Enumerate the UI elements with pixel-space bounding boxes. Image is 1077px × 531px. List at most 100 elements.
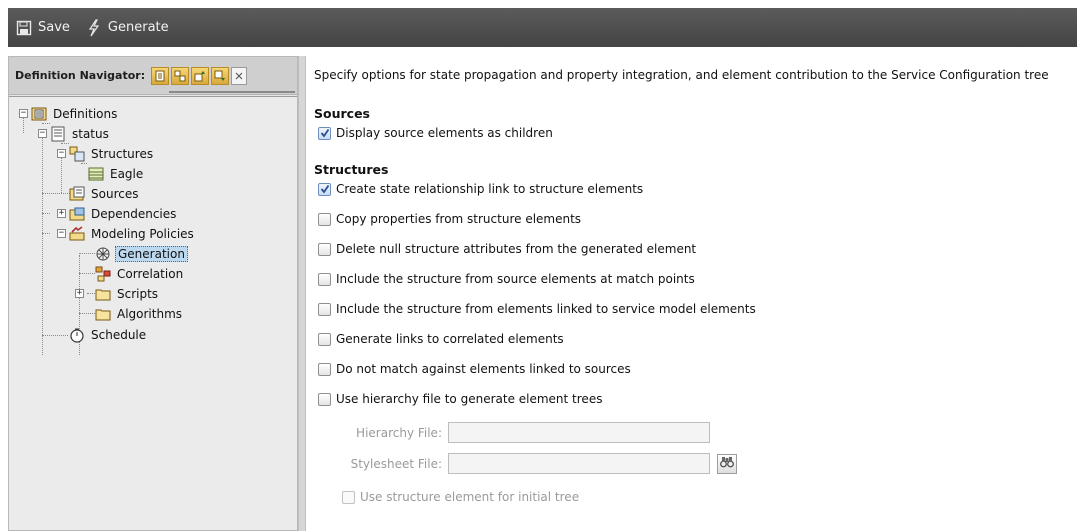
hierarchy-file-row: Hierarchy File: bbox=[330, 422, 710, 443]
option-display-source-elements[interactable]: Display source elements as children bbox=[318, 126, 553, 140]
collapse-icon[interactable] bbox=[171, 66, 190, 85]
correlation-icon bbox=[95, 266, 111, 282]
checkbox[interactable] bbox=[318, 182, 331, 196]
option-label: Use hierarchy file to generate element t… bbox=[336, 392, 603, 406]
document-icon bbox=[50, 126, 66, 142]
modeling-policies-expander[interactable]: − bbox=[57, 229, 66, 238]
lightning-icon bbox=[86, 18, 102, 37]
navigator-header-divider bbox=[169, 91, 295, 93]
checkbox[interactable] bbox=[342, 490, 355, 504]
option-copy-properties[interactable]: Copy properties from structure elements bbox=[318, 212, 581, 226]
hierarchy-file-label: Hierarchy File: bbox=[356, 425, 442, 440]
tree-node-eagle[interactable]: Eagle bbox=[88, 165, 145, 183]
option-delete-null-attributes[interactable]: Delete null structure attributes from th… bbox=[318, 242, 696, 256]
structures-heading: Structures bbox=[314, 162, 389, 177]
tree-label-modeling-policies: Modeling Policies bbox=[91, 227, 194, 241]
scripts-expander[interactable]: + bbox=[75, 289, 84, 298]
tree-node-dependencies[interactable]: Dependencies bbox=[69, 205, 178, 223]
tree-label-generation: Generation bbox=[115, 246, 188, 262]
tree-node-generation[interactable]: Generation bbox=[95, 245, 188, 263]
tree-node-definitions[interactable]: Definitions bbox=[31, 105, 119, 123]
app-window: Save Generate Definition Navigator: − − … bbox=[0, 0, 1077, 531]
tree-label-schedule: Schedule bbox=[91, 328, 147, 342]
tree-label-status: status bbox=[72, 127, 109, 141]
sources-heading: Sources bbox=[314, 106, 370, 121]
definitions-icon bbox=[31, 106, 47, 122]
dependencies-icon bbox=[69, 206, 85, 222]
tree-node-scripts[interactable]: Scripts bbox=[95, 285, 160, 303]
sources-icon bbox=[69, 186, 85, 202]
navigator-header: Definition Navigator: bbox=[9, 57, 297, 95]
checkbox[interactable] bbox=[318, 392, 331, 406]
tree-label-structures: Structures bbox=[91, 147, 154, 161]
move-up-icon[interactable] bbox=[191, 66, 210, 85]
stylesheet-file-label: Stylesheet File: bbox=[350, 456, 442, 471]
generation-icon bbox=[95, 246, 111, 262]
checkbox[interactable] bbox=[318, 272, 331, 286]
tree-node-correlation[interactable]: Correlation bbox=[95, 265, 185, 283]
option-use-structure-initial-tree[interactable]: Use structure element for initial tree bbox=[342, 490, 579, 504]
checkbox[interactable] bbox=[318, 302, 331, 316]
binoculars-icon bbox=[720, 456, 734, 471]
browse-button[interactable] bbox=[717, 453, 737, 474]
folder-icon bbox=[95, 306, 111, 322]
checkbox[interactable] bbox=[318, 242, 331, 256]
checkbox[interactable] bbox=[318, 332, 331, 346]
option-label: Include the structure from source elemen… bbox=[336, 272, 695, 286]
option-generate-correlated-links[interactable]: Generate links to correlated elements bbox=[318, 332, 564, 346]
save-label: Save bbox=[38, 20, 70, 35]
generation-options-panel: Specify options for state propagation an… bbox=[306, 56, 1077, 531]
tree-node-modeling-policies[interactable]: Modeling Policies bbox=[69, 225, 196, 243]
generate-button[interactable]: Generate bbox=[86, 18, 169, 37]
definition-tree: − − − + − + Definitions status Structure… bbox=[9, 96, 297, 530]
checkbox[interactable] bbox=[318, 126, 331, 140]
navigator-toolbar bbox=[151, 66, 248, 85]
structures-icon bbox=[69, 146, 85, 162]
tree-node-status[interactable]: status bbox=[50, 125, 111, 143]
option-use-hierarchy-file[interactable]: Use hierarchy file to generate element t… bbox=[318, 392, 602, 406]
generate-label: Generate bbox=[107, 20, 169, 35]
tree-node-sources[interactable]: Sources bbox=[69, 185, 140, 203]
option-label: Copy properties from structure elements bbox=[336, 212, 582, 226]
pane-splitter[interactable] bbox=[298, 56, 306, 531]
close-icon[interactable] bbox=[231, 66, 248, 85]
tree-label-definitions: Definitions bbox=[53, 107, 118, 121]
option-label: Generate links to correlated elements bbox=[336, 332, 564, 346]
tree-label-algorithms: Algorithms bbox=[117, 307, 183, 321]
option-include-structure-match-points[interactable]: Include the structure from source elemen… bbox=[318, 272, 695, 286]
toolbar: Save Generate bbox=[8, 8, 1077, 47]
definitions-expander[interactable]: − bbox=[19, 109, 28, 118]
option-include-structure-service-model[interactable]: Include the structure from elements link… bbox=[318, 302, 756, 316]
checkbox[interactable] bbox=[318, 362, 331, 376]
option-do-not-match-sources[interactable]: Do not match against elements linked to … bbox=[318, 362, 631, 376]
panel-description: Specify options for state propagation an… bbox=[314, 68, 1049, 82]
option-label: Create state relationship link to struct… bbox=[336, 182, 644, 196]
structures-expander[interactable]: − bbox=[57, 149, 66, 158]
option-create-state-relationship-link[interactable]: Create state relationship link to struct… bbox=[318, 182, 643, 196]
hierarchy-file-input[interactable] bbox=[448, 422, 710, 443]
save-button[interactable]: Save bbox=[16, 20, 70, 36]
stylesheet-file-row: Stylesheet File: bbox=[330, 453, 737, 474]
tree-label-sources: Sources bbox=[91, 187, 139, 201]
tree-node-algorithms[interactable]: Algorithms bbox=[95, 305, 184, 323]
option-label: Do not match against elements linked to … bbox=[336, 362, 631, 376]
tree-label-correlation: Correlation bbox=[117, 267, 184, 281]
option-label: Include the structure from elements link… bbox=[336, 302, 756, 316]
option-label: Use structure element for initial tree bbox=[360, 490, 580, 504]
tree-label-eagle: Eagle bbox=[110, 167, 144, 181]
expand-all-icon[interactable] bbox=[151, 66, 170, 85]
status-expander[interactable]: − bbox=[38, 129, 47, 138]
option-label: Delete null structure attributes from th… bbox=[336, 242, 697, 256]
move-down-icon[interactable] bbox=[211, 66, 230, 85]
tree-label-dependencies: Dependencies bbox=[91, 207, 177, 221]
checkbox[interactable] bbox=[318, 212, 331, 226]
save-icon bbox=[16, 20, 32, 36]
option-label: Display source elements as children bbox=[336, 126, 553, 140]
stylesheet-file-input[interactable] bbox=[448, 453, 710, 474]
navigator-title: Definition Navigator: bbox=[15, 69, 146, 82]
dependencies-expander[interactable]: + bbox=[57, 209, 66, 218]
modeling-policies-icon bbox=[69, 226, 85, 242]
tree-node-structures[interactable]: Structures bbox=[69, 145, 155, 163]
tree-node-schedule[interactable]: Schedule bbox=[69, 326, 148, 344]
table-icon bbox=[88, 166, 104, 182]
